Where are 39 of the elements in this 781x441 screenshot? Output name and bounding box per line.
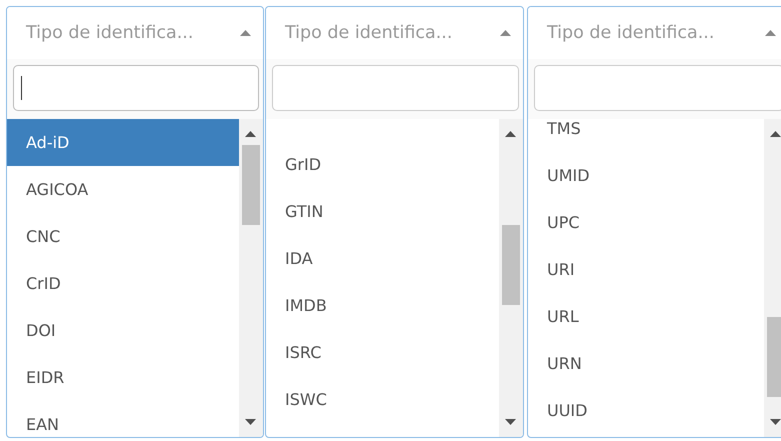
scroll-up-icon[interactable]	[770, 131, 781, 137]
search-field[interactable]	[13, 65, 259, 111]
scroll-up-icon[interactable]	[245, 131, 256, 137]
scroll-down-icon[interactable]	[245, 419, 256, 425]
option[interactable]: URN	[528, 340, 764, 387]
scrollbar[interactable]	[764, 119, 781, 437]
option[interactable]: Ad-iD	[7, 119, 239, 166]
option[interactable]: CNC	[7, 213, 239, 260]
option[interactable]: URI	[528, 246, 764, 293]
scroll-thumb[interactable]	[767, 317, 781, 397]
scroll-down-icon[interactable]	[505, 419, 516, 425]
search-field[interactable]	[534, 65, 781, 111]
option[interactable]: ISWC	[266, 376, 499, 423]
option[interactable]: DOI	[7, 307, 239, 354]
text-cursor	[21, 76, 22, 100]
option[interactable]: TMS	[528, 119, 764, 152]
caret-up-icon[interactable]	[765, 30, 776, 36]
scroll-up-icon[interactable]	[505, 131, 516, 137]
option[interactable]: URL	[528, 293, 764, 340]
option[interactable]: ISRC	[266, 329, 499, 376]
option[interactable]: GrID	[266, 141, 499, 188]
option[interactable]: IMDB	[266, 282, 499, 329]
scrollbar[interactable]	[499, 119, 523, 437]
option[interactable]: IDA	[266, 235, 499, 282]
caret-up-icon[interactable]	[240, 30, 251, 36]
caret-up-icon[interactable]	[500, 30, 511, 36]
option[interactable]: UUID	[528, 387, 764, 434]
option[interactable]: GTIN	[266, 188, 499, 235]
option[interactable]: UMID	[528, 152, 764, 199]
scroll-down-icon[interactable]	[770, 419, 781, 425]
option[interactable]: CrID	[7, 260, 239, 307]
scroll-thumb[interactable]	[502, 225, 520, 305]
option[interactable]: UPC	[528, 199, 764, 246]
search-field[interactable]	[272, 65, 519, 111]
option[interactable]: EAN	[7, 401, 239, 437]
scrollbar[interactable]	[239, 119, 263, 437]
scroll-thumb[interactable]	[242, 145, 260, 225]
option[interactable]: EIDR	[7, 354, 239, 401]
option[interactable]: AGICOA	[7, 166, 239, 213]
